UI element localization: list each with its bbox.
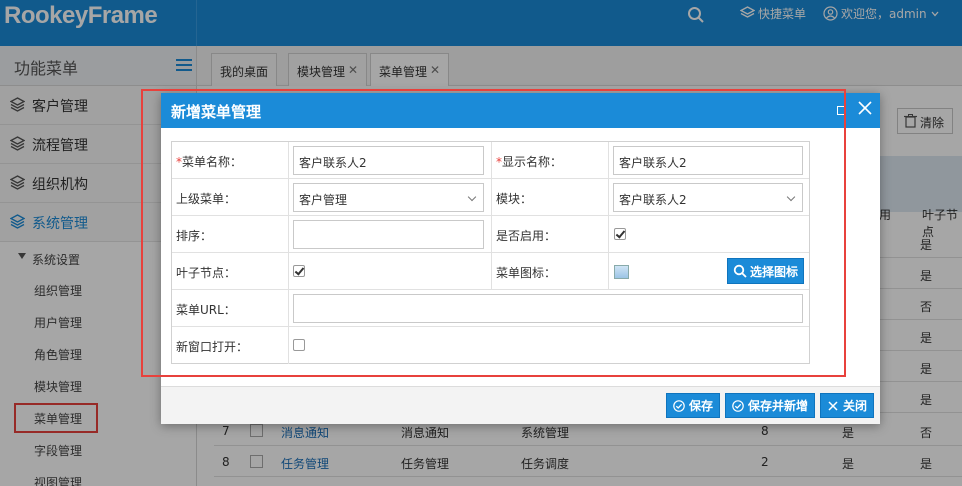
save-and-new-label: 保存并新增 — [748, 399, 809, 413]
save-and-new-button[interactable]: 保存并新增 — [725, 393, 816, 418]
check-circle-icon — [732, 399, 744, 412]
close-button[interactable]: 关闭 — [820, 393, 875, 418]
close-icon — [828, 400, 838, 411]
dialog-footer: 保存 保存并新增 关闭 — [161, 386, 880, 424]
save-button[interactable]: 保存 — [666, 393, 721, 418]
save-button-label: 保存 — [689, 399, 714, 413]
check-circle-icon — [673, 399, 685, 412]
annotation-highlight-box — [141, 89, 846, 377]
close-icon[interactable] — [858, 101, 872, 115]
close-button-label: 关闭 — [843, 399, 868, 413]
